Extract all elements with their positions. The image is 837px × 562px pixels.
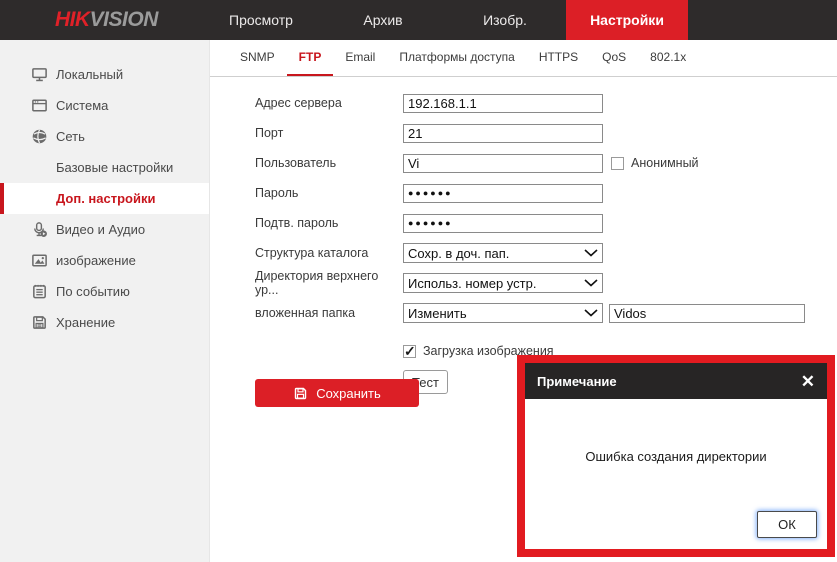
parent-directory-label: Директория верхнего ур... [255,269,403,297]
anonymous-label: Анонимный [631,156,699,170]
close-icon[interactable]: ✕ [801,373,815,390]
child-directory-label: вложенная папка [255,306,403,320]
sidebar-item-storage[interactable]: Хранение [0,307,209,338]
confirm-password-label: Подтв. пароль [255,216,403,230]
password-label: Пароль [255,186,403,200]
error-message: Ошибка создания директории [525,449,827,464]
tab-qos[interactable]: QoS [590,40,638,76]
port-input[interactable] [403,124,603,143]
image-icon [30,252,48,270]
nav-settings[interactable]: Настройки [566,0,688,40]
sidebar-item-label: Система [56,98,108,113]
confirm-password-input[interactable] [403,214,603,233]
top-bar: HIKVISION Просмотр Архив Изобр. Настройк… [0,0,837,40]
server-address-label: Адрес сервера [255,96,403,110]
sidebar-item-label: Базовые настройки [56,160,173,175]
child-directory-row: вложенная папка Изменить [210,298,837,328]
sidebar-item-label: Сеть [56,129,85,144]
tab-email[interactable]: Email [333,40,387,76]
child-directory-select[interactable]: Изменить [403,303,603,323]
monitor-icon [30,66,48,84]
sidebar-item-system[interactable]: Система [0,90,209,121]
sidebar-item-basic-settings[interactable]: Базовые настройки [0,152,209,183]
sidebar-item-label: По событию [56,284,130,299]
note-dialog-header: Примечание ✕ [525,363,827,399]
port-row: Порт [210,118,837,148]
sidebar-item-local[interactable]: Локальный [0,59,209,90]
password-row: Пароль [210,178,837,208]
tab-https[interactable]: HTTPS [527,40,590,76]
sidebar: Локальный Система Сеть Базовые настройки… [0,40,210,562]
note-dialog: Примечание ✕ Ошибка создания директории … [517,355,835,557]
tab-platform-access[interactable]: Платформы доступа [387,40,526,76]
save-icon [293,386,308,401]
tab-bar: SNMP FTP Email Платформы доступа HTTPS Q… [210,40,837,77]
microphone-icon [30,221,48,239]
sidebar-item-network[interactable]: Сеть [0,121,209,152]
tab-snmp[interactable]: SNMP [228,40,287,76]
directory-structure-row: Структура каталога Сохр. в доч. пап. [210,238,837,268]
ok-button[interactable]: ОК [757,511,817,538]
hikvision-logo: HIKVISION [55,0,158,40]
username-input[interactable] [403,154,603,173]
parent-directory-select[interactable]: Использ. номер устр. [403,273,603,293]
parent-directory-row: Директория верхнего ур... Использ. номер… [210,268,837,298]
sidebar-item-label: Хранение [56,315,115,330]
directory-structure-select[interactable]: Сохр. в доч. пап. [403,243,603,263]
chevron-down-icon [584,249,598,257]
sidebar-item-label: изображение [56,253,136,268]
nav-live-view[interactable]: Просмотр [200,0,322,40]
confirm-password-row: Подтв. пароль [210,208,837,238]
server-address-row: Адрес сервера [210,88,837,118]
tab-8021x[interactable]: 802.1x [638,40,698,76]
chevron-down-icon [584,279,598,287]
sidebar-item-label: Доп. настройки [56,191,156,206]
nav-picture[interactable]: Изобр. [444,0,566,40]
sidebar-item-video-audio[interactable]: Видео и Аудио [0,214,209,245]
logo-hik: HIK [55,8,90,31]
port-label: Порт [255,126,403,140]
server-address-input[interactable] [403,94,603,113]
user-row: Пользователь Анонимный [210,148,837,178]
password-input[interactable] [403,184,603,203]
nav-playback[interactable]: Архив [322,0,444,40]
anonymous-checkbox[interactable] [611,157,624,170]
window-icon [30,97,48,115]
note-dialog-title: Примечание [537,374,617,389]
save-button[interactable]: Сохранить [255,379,419,407]
globe-icon [30,128,48,146]
sidebar-item-event[interactable]: По событию [0,276,209,307]
ftp-form: Адрес сервера Порт Пользователь Анонимны… [210,88,837,394]
logo-vision: VISION [90,8,158,31]
top-nav: Просмотр Архив Изобр. Настройки [200,0,688,40]
chevron-down-icon [584,309,598,317]
tab-ftp[interactable]: FTP [287,40,334,76]
user-label: Пользователь [255,156,403,170]
sidebar-item-advanced-settings[interactable]: Доп. настройки [0,183,209,214]
sidebar-item-label: Видео и Аудио [56,222,145,237]
note-dialog-body: Ошибка создания директории ОК [525,399,827,549]
child-directory-name-input[interactable] [609,304,805,323]
sidebar-item-image[interactable]: изображение [0,245,209,276]
storage-icon [30,314,48,332]
directory-structure-label: Структура каталога [255,246,403,260]
sidebar-item-label: Локальный [56,67,123,82]
event-icon [30,283,48,301]
upload-picture-checkbox[interactable] [403,345,416,358]
